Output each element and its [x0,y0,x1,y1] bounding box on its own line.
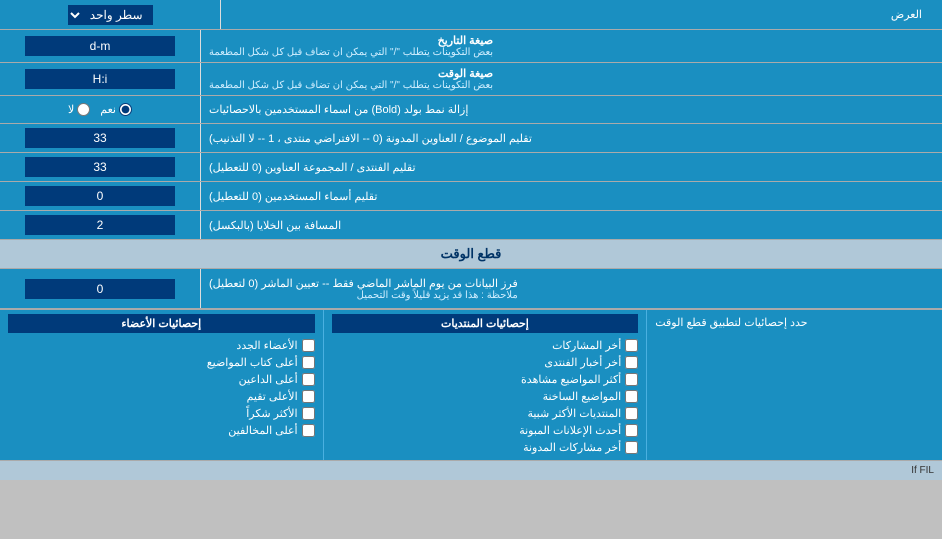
radio-yes[interactable] [119,103,132,116]
cell-distance-input[interactable] [25,215,175,235]
cutoff-note: ملاحظة : هذا قد يزيد قليلاً وقت التحميل [209,290,518,301]
radio-no-label: لا [68,103,90,116]
usernames-trim-input[interactable] [25,186,175,206]
cb-new-members[interactable] [302,339,315,352]
cutoff-input[interactable] [25,279,175,299]
cb-last-posts[interactable] [625,339,638,352]
topic-trim-label: تقليم الموضوع / العناوين المدونة (0 -- ا… [209,132,532,145]
cb-top-rated[interactable] [302,390,315,403]
forum-trim-label: تقليم الفنتدى / المجموعة العناوين (0 للت… [209,161,416,174]
usernames-trim-label: تقليم أسماء المستخدمين (0 للتعطيل) [209,190,377,203]
display-dropdown[interactable]: سطر واحد [68,5,153,25]
bottom-note: If FIL [911,465,934,476]
cb-latest-ads[interactable] [625,424,638,437]
col1-header: إحصائيات المنتديات [332,314,639,333]
cutoff-section-header: قطع الوقت [0,240,942,269]
cb-top-writers[interactable] [302,356,315,369]
cb-most-thanks[interactable] [302,407,315,420]
stats-apply-label: حدد إحصائيات لتطبيق قطع الوقت [655,316,807,329]
col2-header: إحصائيات الأعضاء [8,314,315,333]
time-format-input[interactable] [25,69,175,89]
forum-trim-input[interactable] [25,157,175,177]
time-format-label: صيغة الوقت [209,67,493,80]
topic-trim-input[interactable] [25,128,175,148]
cb-top-inviters[interactable] [302,373,315,386]
date-format-label: صيغة التاريخ [209,34,493,47]
cb-blog-posts[interactable] [625,441,638,454]
radio-no[interactable] [77,103,90,116]
cb-top-violators[interactable] [302,424,315,437]
cb-forum-news[interactable] [625,356,638,369]
cb-most-similar[interactable] [625,407,638,420]
section-label: العرض [891,8,922,21]
cb-hot-topics[interactable] [625,390,638,403]
radio-yes-label: نعم [100,103,132,116]
cell-distance-label: المسافة بين الخلايا (بالبكسل) [209,219,341,232]
time-format-sublabel: بعض التكوينات يتطلب "/" التي يمكن ان تضا… [209,80,493,91]
cb-most-viewed[interactable] [625,373,638,386]
cutoff-label: فرز البيانات من يوم الماشر الماضي فقط --… [209,277,518,290]
bold-remove-label: إزالة نمط بولد (Bold) من اسماء المستخدمي… [209,103,468,116]
date-format-sublabel: بعض التكوينات يتطلب "/" التي يمكن ان تضا… [209,47,493,58]
date-format-input[interactable] [25,36,175,56]
